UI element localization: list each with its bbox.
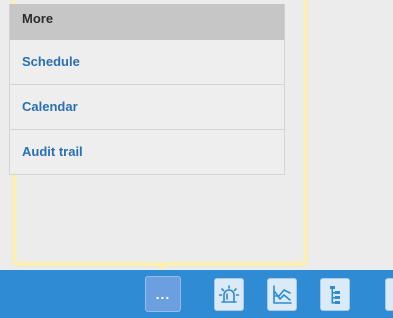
tree-hierarchy-icon (330, 285, 340, 304)
overflow-toolbar-button[interactable] (385, 278, 393, 311)
alarm-button[interactable] (214, 278, 244, 311)
line-chart-icon (273, 284, 292, 304)
hierarchy-button[interactable] (320, 278, 350, 311)
chart-button[interactable] (267, 278, 297, 311)
menu-item-calendar[interactable]: Calendar (9, 85, 285, 130)
menu-header: More (9, 4, 285, 40)
menu-item-audit-trail[interactable]: Audit trail (9, 130, 285, 175)
more-button[interactable]: ... (145, 276, 181, 312)
menu-item-schedule[interactable]: Schedule (9, 40, 285, 85)
more-menu: More Schedule Calendar Audit trail (9, 4, 285, 175)
alarm-light-icon (218, 284, 240, 303)
